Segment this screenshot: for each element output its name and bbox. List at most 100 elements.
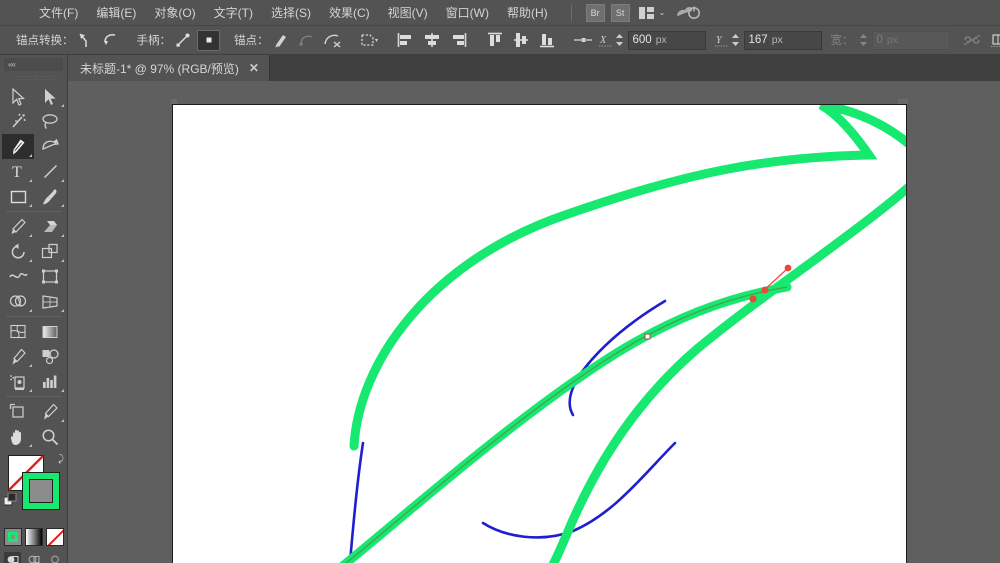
menu-view[interactable]: 视图(V)	[379, 0, 437, 26]
close-icon[interactable]: ✕	[249, 62, 259, 74]
stock-launch-button[interactable]: St	[610, 3, 630, 22]
width-tool[interactable]	[2, 264, 34, 289]
bridge-launch-button[interactable]: Br	[585, 3, 605, 22]
color-mode-button[interactable]	[3, 528, 22, 546]
connect-anchors-icon	[299, 35, 312, 46]
direction-handle	[784, 264, 792, 272]
perspective-grid-tool[interactable]	[34, 289, 66, 314]
x-stepper[interactable]	[615, 33, 624, 47]
isolate-selected-object-button[interactable]	[358, 30, 381, 51]
zoom-tool[interactable]	[34, 424, 66, 449]
gradient-mode-button[interactable]	[24, 528, 43, 546]
slice-tool[interactable]	[34, 399, 66, 424]
y-position-input[interactable]: 167 px	[743, 30, 822, 50]
swap-fill-stroke-icon[interactable]: ⤸	[58, 454, 64, 465]
stroke-swatch[interactable]	[23, 473, 59, 509]
collapse-panel-icon[interactable]: ««	[8, 60, 16, 69]
direct-selection-tool[interactable]	[34, 84, 66, 109]
link-width-height-button[interactable]	[962, 30, 982, 51]
mesh-tool[interactable]	[2, 319, 34, 344]
scale-tool[interactable]	[34, 239, 66, 264]
width-value: 0	[876, 34, 883, 46]
curvature-tool[interactable]	[34, 134, 66, 159]
cut-path-button[interactable]	[321, 30, 344, 51]
draw-behind-button[interactable]	[25, 552, 42, 563]
menu-help[interactable]: 帮助(H)	[498, 0, 557, 26]
tool-flyout-indicator	[29, 179, 32, 182]
pencil-tool[interactable]	[2, 214, 34, 239]
convert-to-smooth-button[interactable]	[100, 30, 123, 51]
remove-anchor-button[interactable]	[269, 30, 292, 51]
artboard-tool[interactable]	[2, 399, 34, 424]
align-vertical-center-button[interactable]	[510, 30, 533, 51]
align-bottom-button[interactable]	[536, 30, 559, 51]
connect-anchors-button[interactable]	[295, 30, 318, 51]
selection-tool-icon	[11, 87, 25, 106]
shape-builder-tool[interactable]	[2, 289, 34, 314]
live-paint-bucket-tool[interactable]	[2, 369, 34, 394]
draw-normal-button[interactable]	[4, 552, 21, 563]
tool-flyout-indicator	[61, 104, 64, 107]
tool-flyout-indicator	[29, 234, 32, 237]
canvas-area[interactable]	[68, 81, 1000, 563]
menu-object[interactable]: 对象(O)	[145, 0, 204, 26]
align-top-button[interactable]	[484, 30, 507, 51]
default-fill-stroke-icon[interactable]	[4, 493, 17, 506]
draw-inside-button[interactable]	[46, 552, 63, 563]
blend-tool[interactable]	[34, 344, 66, 369]
y-position-unit: px	[771, 34, 783, 46]
anchor-actions-group	[269, 30, 344, 51]
width-stepper[interactable]	[859, 33, 868, 47]
tool-flyout-indicator	[29, 364, 32, 367]
pencil-tool-icon	[11, 218, 26, 234]
tool-flyout-indicator	[29, 204, 32, 207]
y-stepper[interactable]	[731, 33, 740, 47]
width-input[interactable]: 0 px	[871, 30, 950, 50]
show-handles-button[interactable]	[171, 30, 194, 51]
handle-label: 手柄：	[136, 35, 172, 47]
align-horizontal-center-button[interactable]	[421, 30, 444, 51]
leaf-drawing-artwork[interactable]	[173, 105, 906, 563]
align-right-button[interactable]	[447, 30, 470, 51]
tools-panel-header[interactable]: ««	[4, 58, 63, 71]
convert-to-corner-button[interactable]	[74, 30, 97, 51]
menu-file[interactable]: 文件(F)	[30, 0, 87, 26]
creative-cloud-icon[interactable]	[676, 4, 701, 21]
column-graph-tool[interactable]	[34, 369, 66, 394]
fill-stroke-swatches: ⤸	[0, 454, 67, 525]
paintbrush-tool[interactable]	[34, 184, 66, 209]
arrange-documents-button[interactable]: ⌄	[638, 6, 665, 19]
slice-tool-icon	[43, 403, 58, 419]
menu-effect[interactable]: 效果(C)	[320, 0, 379, 26]
direct-selection-tool-icon	[44, 88, 55, 105]
tools-panel-drag-handle[interactable]	[13, 73, 54, 82]
vein-left	[348, 441, 365, 563]
line-segment-tool[interactable]	[34, 159, 66, 184]
width-unit: px	[886, 34, 898, 46]
hand-tool[interactable]	[2, 424, 34, 449]
selection-tool[interactable]	[2, 84, 34, 109]
artboard[interactable]	[172, 104, 907, 563]
gradient-tool[interactable]	[34, 319, 66, 344]
menu-edit[interactable]: 编辑(E)	[87, 0, 145, 26]
align-left-button[interactable]	[395, 30, 418, 51]
type-tool-icon: T	[12, 164, 22, 180]
eyedropper-tool[interactable]	[2, 344, 34, 369]
free-transform-tool[interactable]	[34, 264, 66, 289]
eraser-tool[interactable]	[34, 214, 66, 239]
magic-wand-tool[interactable]	[2, 109, 34, 134]
menu-window[interactable]: 窗口(W)	[437, 0, 498, 26]
none-mode-button[interactable]	[45, 528, 64, 546]
menu-type[interactable]: 文字(T)	[205, 0, 262, 26]
type-tool[interactable]: T	[2, 159, 34, 184]
transform-reference-button[interactable]	[573, 30, 593, 51]
lasso-tool[interactable]	[34, 109, 66, 134]
hide-handles-button[interactable]	[197, 29, 220, 51]
x-position-input[interactable]: 600 px	[627, 30, 706, 50]
rotate-tool[interactable]	[2, 239, 34, 264]
menu-select[interactable]: 选择(S)	[262, 0, 320, 26]
rectangle-tool[interactable]	[2, 184, 34, 209]
document-tab[interactable]: 未标题-1* @ 97% (RGB/预览) ✕	[68, 55, 270, 81]
pen-tool[interactable]	[2, 134, 34, 159]
artboard-tool-icon	[9, 403, 24, 418]
